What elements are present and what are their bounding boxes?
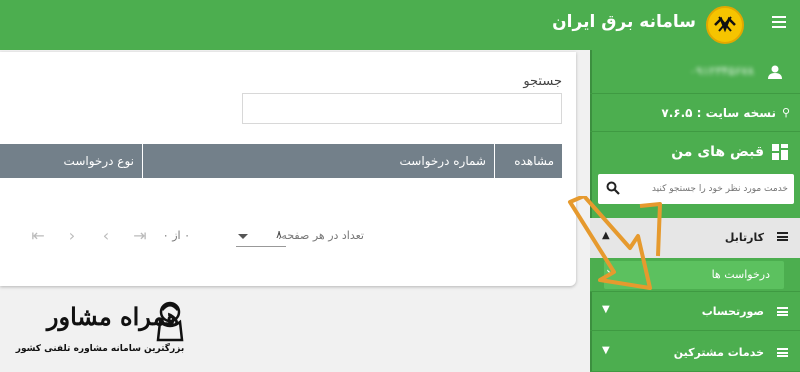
sidebar-item-label: صورتحساب (701, 305, 764, 318)
hamburger-icon[interactable] (772, 16, 786, 30)
rows-per-page-select[interactable]: ۸ (236, 227, 286, 247)
my-bills-label: قبض های من (671, 144, 764, 160)
user-icon (768, 65, 782, 79)
chevron-down-icon: ▼ (602, 304, 610, 315)
last-page-icon[interactable]: ⇥ (128, 224, 152, 248)
next-page-icon[interactable]: › (94, 224, 118, 248)
top-app-bar: سامانه برق ایران (0, 0, 800, 50)
rows-per-page-label: تعداد در هر صفحه: (277, 229, 364, 242)
sidebar-subitem-label: درخواست ها (711, 268, 770, 281)
tavanir-logo-icon (706, 6, 744, 44)
version-icon: ⚲ (781, 106, 790, 119)
search-input[interactable] (242, 93, 562, 124)
sidebar-item-bill[interactable]: صورتحساب ▼ (590, 293, 800, 331)
sidebar-item-label: خدمات مشترکین (673, 346, 764, 359)
version-row: ⚲ نسخه سایت : ۷.۶.۵ (590, 94, 800, 132)
watermark-tagline: بزرگترین سامانه مشاوره تلفنی کشور (15, 344, 185, 354)
consultant-figure-icon (156, 301, 184, 342)
chevron-down-icon: ▼ (602, 345, 610, 356)
sidebar-item-label: کارتابل (724, 231, 764, 244)
column-header-request-number[interactable]: شماره درخواست (142, 144, 494, 178)
sidebar-item-customer-services[interactable]: خدمات مشترکین ▼ (590, 334, 800, 372)
column-header-request-type[interactable]: نوع درخواست (0, 144, 142, 178)
first-page-icon[interactable]: ⇤ (26, 224, 50, 248)
search-label: جستجو (523, 74, 562, 89)
search-icon[interactable] (606, 181, 620, 195)
user-row[interactable]: ۰۹۱۲۳۴۵۶۷۸ (590, 50, 800, 94)
rows-per-page-value: ۸ (276, 228, 282, 241)
pagination-bar: تعداد در هر صفحه: ۸ ۰ از ۰ ⇥ › ‹ ⇤ (0, 216, 576, 256)
column-header-view[interactable]: مشاهده (494, 144, 562, 178)
list-icon (777, 307, 788, 316)
my-bills-heading[interactable]: قبض های من (590, 138, 800, 168)
version-text: نسخه سایت : ۷.۶.۵ (661, 106, 776, 120)
dashboard-icon (772, 144, 788, 160)
page-range-text: ۰ از ۰ (162, 229, 190, 242)
user-name: ۰۹۱۲۳۴۵۶۷۸ (689, 64, 754, 78)
app-title: سامانه برق ایران (552, 12, 696, 32)
prev-page-icon[interactable]: ‹ (60, 224, 84, 248)
requests-card: جستجو مشاهده شماره درخواست نوع درخواست ت… (0, 52, 576, 286)
table-header: مشاهده شماره درخواست نوع درخواست (0, 144, 562, 178)
list-icon (777, 348, 788, 357)
brand-watermark: همراه مشاور بزرگترین سامانه مشاوره تلفنی… (12, 300, 188, 364)
list-icon (777, 232, 788, 241)
annotation-arrow-icon (568, 196, 662, 290)
dropdown-arrow-icon (238, 234, 248, 239)
